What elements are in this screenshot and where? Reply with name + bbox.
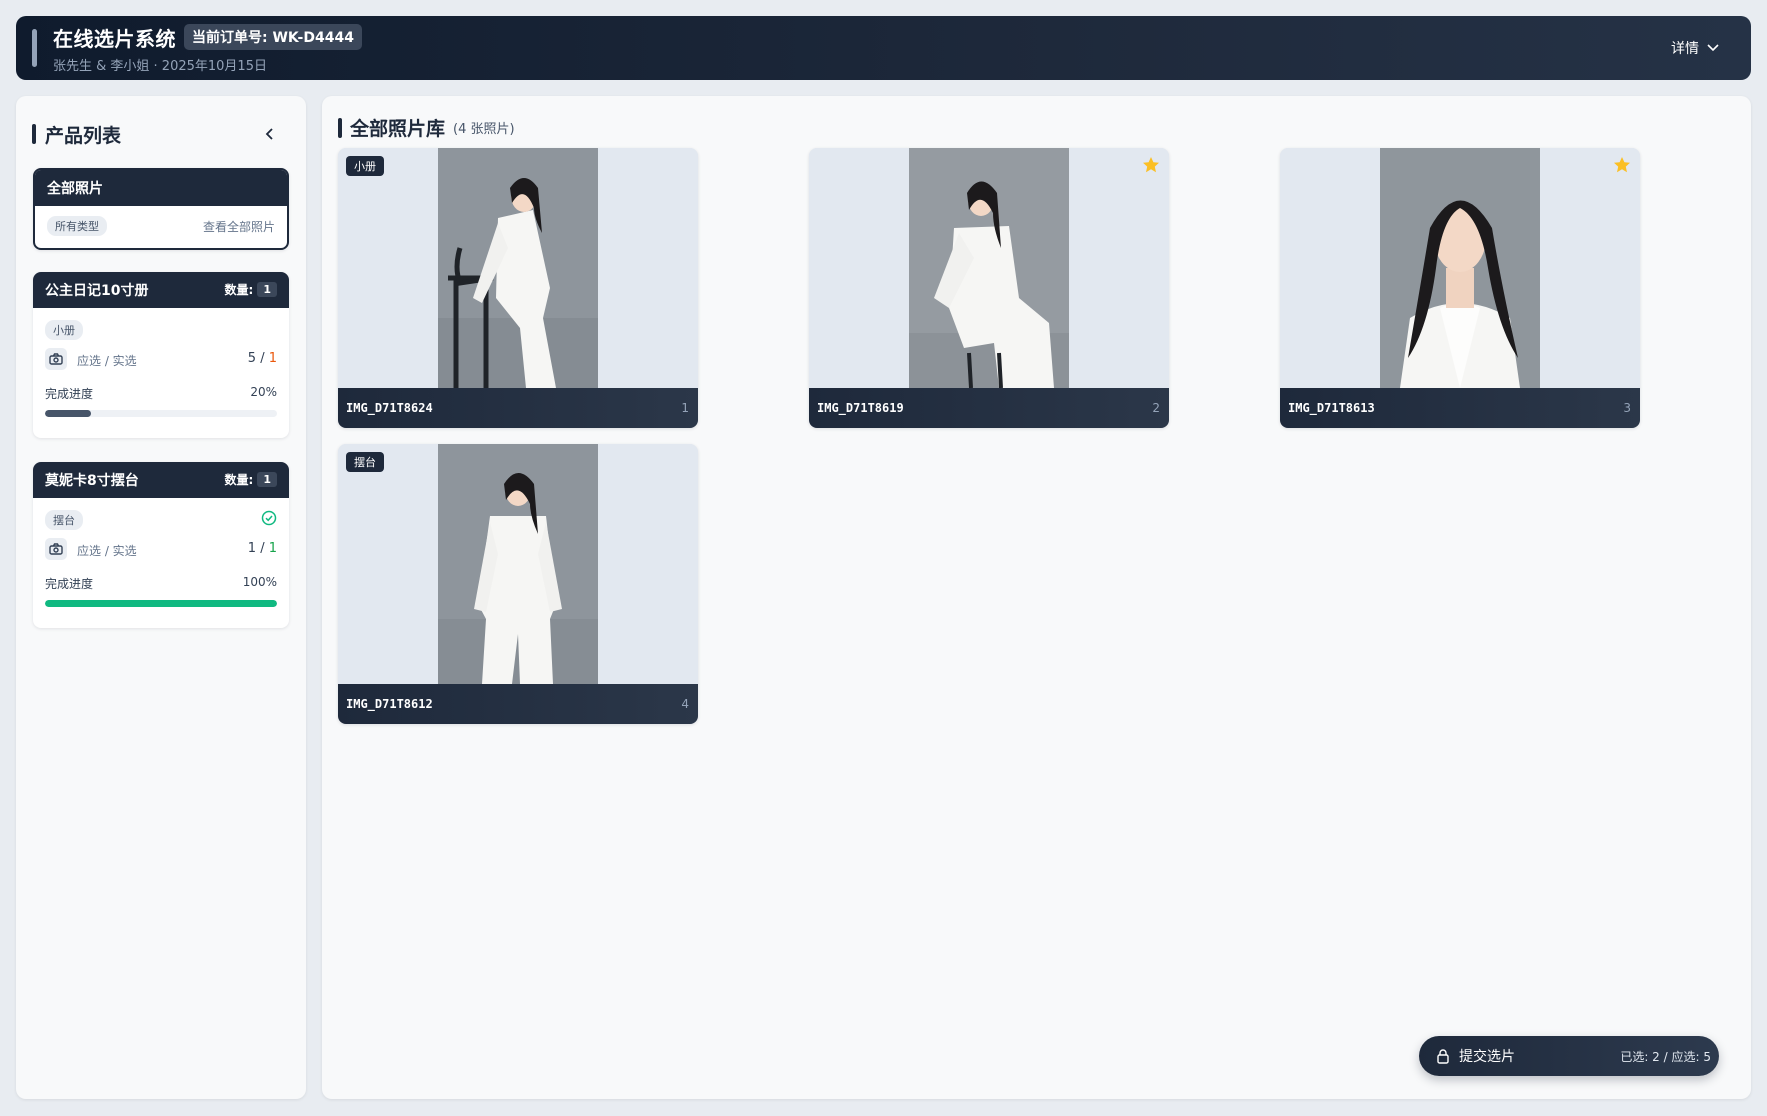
photo-index: 1 bbox=[681, 401, 689, 415]
progress-label: 完成进度 bbox=[45, 387, 94, 401]
photo-card[interactable]: IMG_D71T8613 3 bbox=[1280, 148, 1640, 428]
view-all-photos-link[interactable]: 查看全部照片 bbox=[203, 218, 275, 235]
selection-count: 5 / 1 bbox=[248, 351, 277, 366]
all-types-tag: 所有类型 bbox=[47, 216, 107, 236]
gallery-title: 全部照片库 bbox=[350, 118, 446, 140]
product-card-frame[interactable]: 莫妮卡8寸摆台 数量: 1 摆台 应选 / 实选 1 / 1 完成进度 100% bbox=[33, 462, 289, 628]
quantity-label: 数量: bbox=[224, 283, 254, 297]
photo-thumbnail bbox=[1280, 148, 1640, 388]
photo-gallery: 全部照片库 (4 张照片) 小册 IMG_D71T8624 1 IMG_D71T861… bbox=[322, 96, 1751, 1099]
submit-selection-button[interactable]: 提交选片 已选: 2 / 应选: 5 bbox=[1419, 1036, 1719, 1076]
product-card-header: 公主日记10寸册 数量: 1 bbox=[33, 272, 289, 308]
camera-icon bbox=[45, 538, 67, 560]
chevron-down-icon bbox=[1707, 40, 1719, 56]
client-subtitle: 张先生 & 李小姐 · 2025年10月15日 bbox=[53, 58, 267, 74]
gallery-header: 全部照片库 (4 张照片) bbox=[338, 114, 515, 141]
selection-count: 1 / 1 bbox=[248, 541, 277, 556]
collapse-sidebar-button[interactable] bbox=[260, 124, 280, 144]
progress-track bbox=[45, 600, 277, 607]
lock-icon bbox=[1435, 1048, 1451, 1064]
photo-card[interactable]: IMG_D71T8619 2 bbox=[809, 148, 1169, 428]
app-title: 在线选片系统 bbox=[53, 26, 176, 51]
quantity-value: 1 bbox=[257, 282, 277, 297]
photo-index: 4 bbox=[681, 697, 689, 711]
details-label: 详情 bbox=[1671, 41, 1699, 57]
photo-type-badge: 摆台 bbox=[346, 452, 384, 472]
selection-status: 已选: 2 / 应选: 5 bbox=[1620, 1049, 1711, 1064]
all-photos-card-title: 全部照片 bbox=[35, 170, 287, 206]
product-sidebar: 产品列表 全部照片 所有类型 查看全部照片 公主日记10寸册 数量: 1 小册 … bbox=[16, 96, 306, 1099]
required-count: 1 bbox=[247, 541, 257, 556]
count-separator: / bbox=[256, 541, 269, 556]
product-name: 公主日记10寸册 bbox=[45, 283, 149, 299]
photo-index: 2 bbox=[1152, 401, 1160, 415]
progress-percent: 100% bbox=[242, 575, 277, 589]
gallery-title-mark bbox=[338, 117, 342, 138]
product-card-album[interactable]: 公主日记10寸册 数量: 1 小册 应选 / 实选 5 / 1 完成进度 20% bbox=[33, 272, 289, 438]
progress-track bbox=[45, 410, 277, 417]
quantity-value: 1 bbox=[257, 472, 277, 487]
product-card-header: 莫妮卡8寸摆台 数量: 1 bbox=[33, 462, 289, 498]
progress-percent: 20% bbox=[250, 385, 277, 399]
photo-caption: IMG_D71T8613 3 bbox=[1280, 388, 1640, 428]
required-count: 5 bbox=[247, 351, 257, 366]
photo-filename: IMG_D71T8612 bbox=[346, 697, 433, 711]
star-icon[interactable] bbox=[1141, 155, 1161, 175]
photo-card[interactable]: 小册 IMG_D71T8624 1 bbox=[338, 148, 698, 428]
photo-thumbnail bbox=[338, 148, 698, 388]
check-circle-icon bbox=[261, 510, 277, 526]
photo-caption: IMG_D71T8624 1 bbox=[338, 388, 698, 428]
product-quantity: 数量: 1 bbox=[225, 281, 277, 298]
photo-filename: IMG_D71T8619 bbox=[817, 401, 904, 415]
all-photos-card[interactable]: 全部照片 所有类型 查看全部照片 bbox=[33, 168, 289, 250]
photo-thumbnail bbox=[809, 148, 1169, 388]
progress-fill bbox=[45, 600, 277, 607]
selection-label: 应选 / 实选 bbox=[77, 544, 137, 558]
progress-fill bbox=[45, 410, 92, 417]
photo-filename: IMG_D71T8613 bbox=[1288, 401, 1375, 415]
product-type-tag: 摆台 bbox=[45, 510, 83, 530]
top-header: 在线选片系统 当前订单号: WK-D4444 张先生 & 李小姐 · 2025年… bbox=[16, 16, 1751, 80]
photo-caption: IMG_D71T8619 2 bbox=[809, 388, 1169, 428]
camera-icon bbox=[45, 348, 67, 370]
details-toggle[interactable]: 详情 bbox=[1671, 38, 1719, 58]
order-number-badge: 当前订单号: WK-D4444 bbox=[184, 24, 362, 50]
photo-card[interactable]: 摆台 IMG_D71T8612 4 bbox=[338, 444, 698, 724]
chevron-left-icon bbox=[265, 128, 273, 140]
product-name: 莫妮卡8寸摆台 bbox=[45, 473, 139, 489]
product-quantity: 数量: 1 bbox=[225, 471, 277, 488]
quantity-label: 数量: bbox=[224, 473, 254, 487]
photo-caption: IMG_D71T8612 4 bbox=[338, 684, 698, 724]
submit-label: 提交选片 bbox=[1459, 1049, 1515, 1065]
selected-count: 1 bbox=[268, 541, 277, 556]
photo-thumbnail bbox=[338, 444, 698, 684]
star-icon[interactable] bbox=[1612, 155, 1632, 175]
selected-count: 1 bbox=[268, 351, 277, 366]
product-type-tag: 小册 bbox=[45, 320, 83, 340]
progress-label: 完成进度 bbox=[45, 577, 94, 591]
header-titles: 在线选片系统 当前订单号: WK-D4444 张先生 & 李小姐 · 2025年… bbox=[53, 23, 362, 74]
sidebar-title: 产品列表 bbox=[45, 124, 122, 147]
header-accent-bar bbox=[32, 29, 37, 67]
photo-type-badge: 小册 bbox=[346, 156, 384, 176]
selection-label: 应选 / 实选 bbox=[77, 354, 137, 368]
photo-index: 3 bbox=[1623, 401, 1631, 415]
photo-filename: IMG_D71T8624 bbox=[346, 401, 433, 415]
sidebar-header: 产品列表 bbox=[32, 120, 290, 148]
count-separator: / bbox=[256, 351, 269, 366]
gallery-photo-count: (4 张照片) bbox=[453, 122, 515, 137]
sidebar-title-mark bbox=[32, 124, 36, 144]
